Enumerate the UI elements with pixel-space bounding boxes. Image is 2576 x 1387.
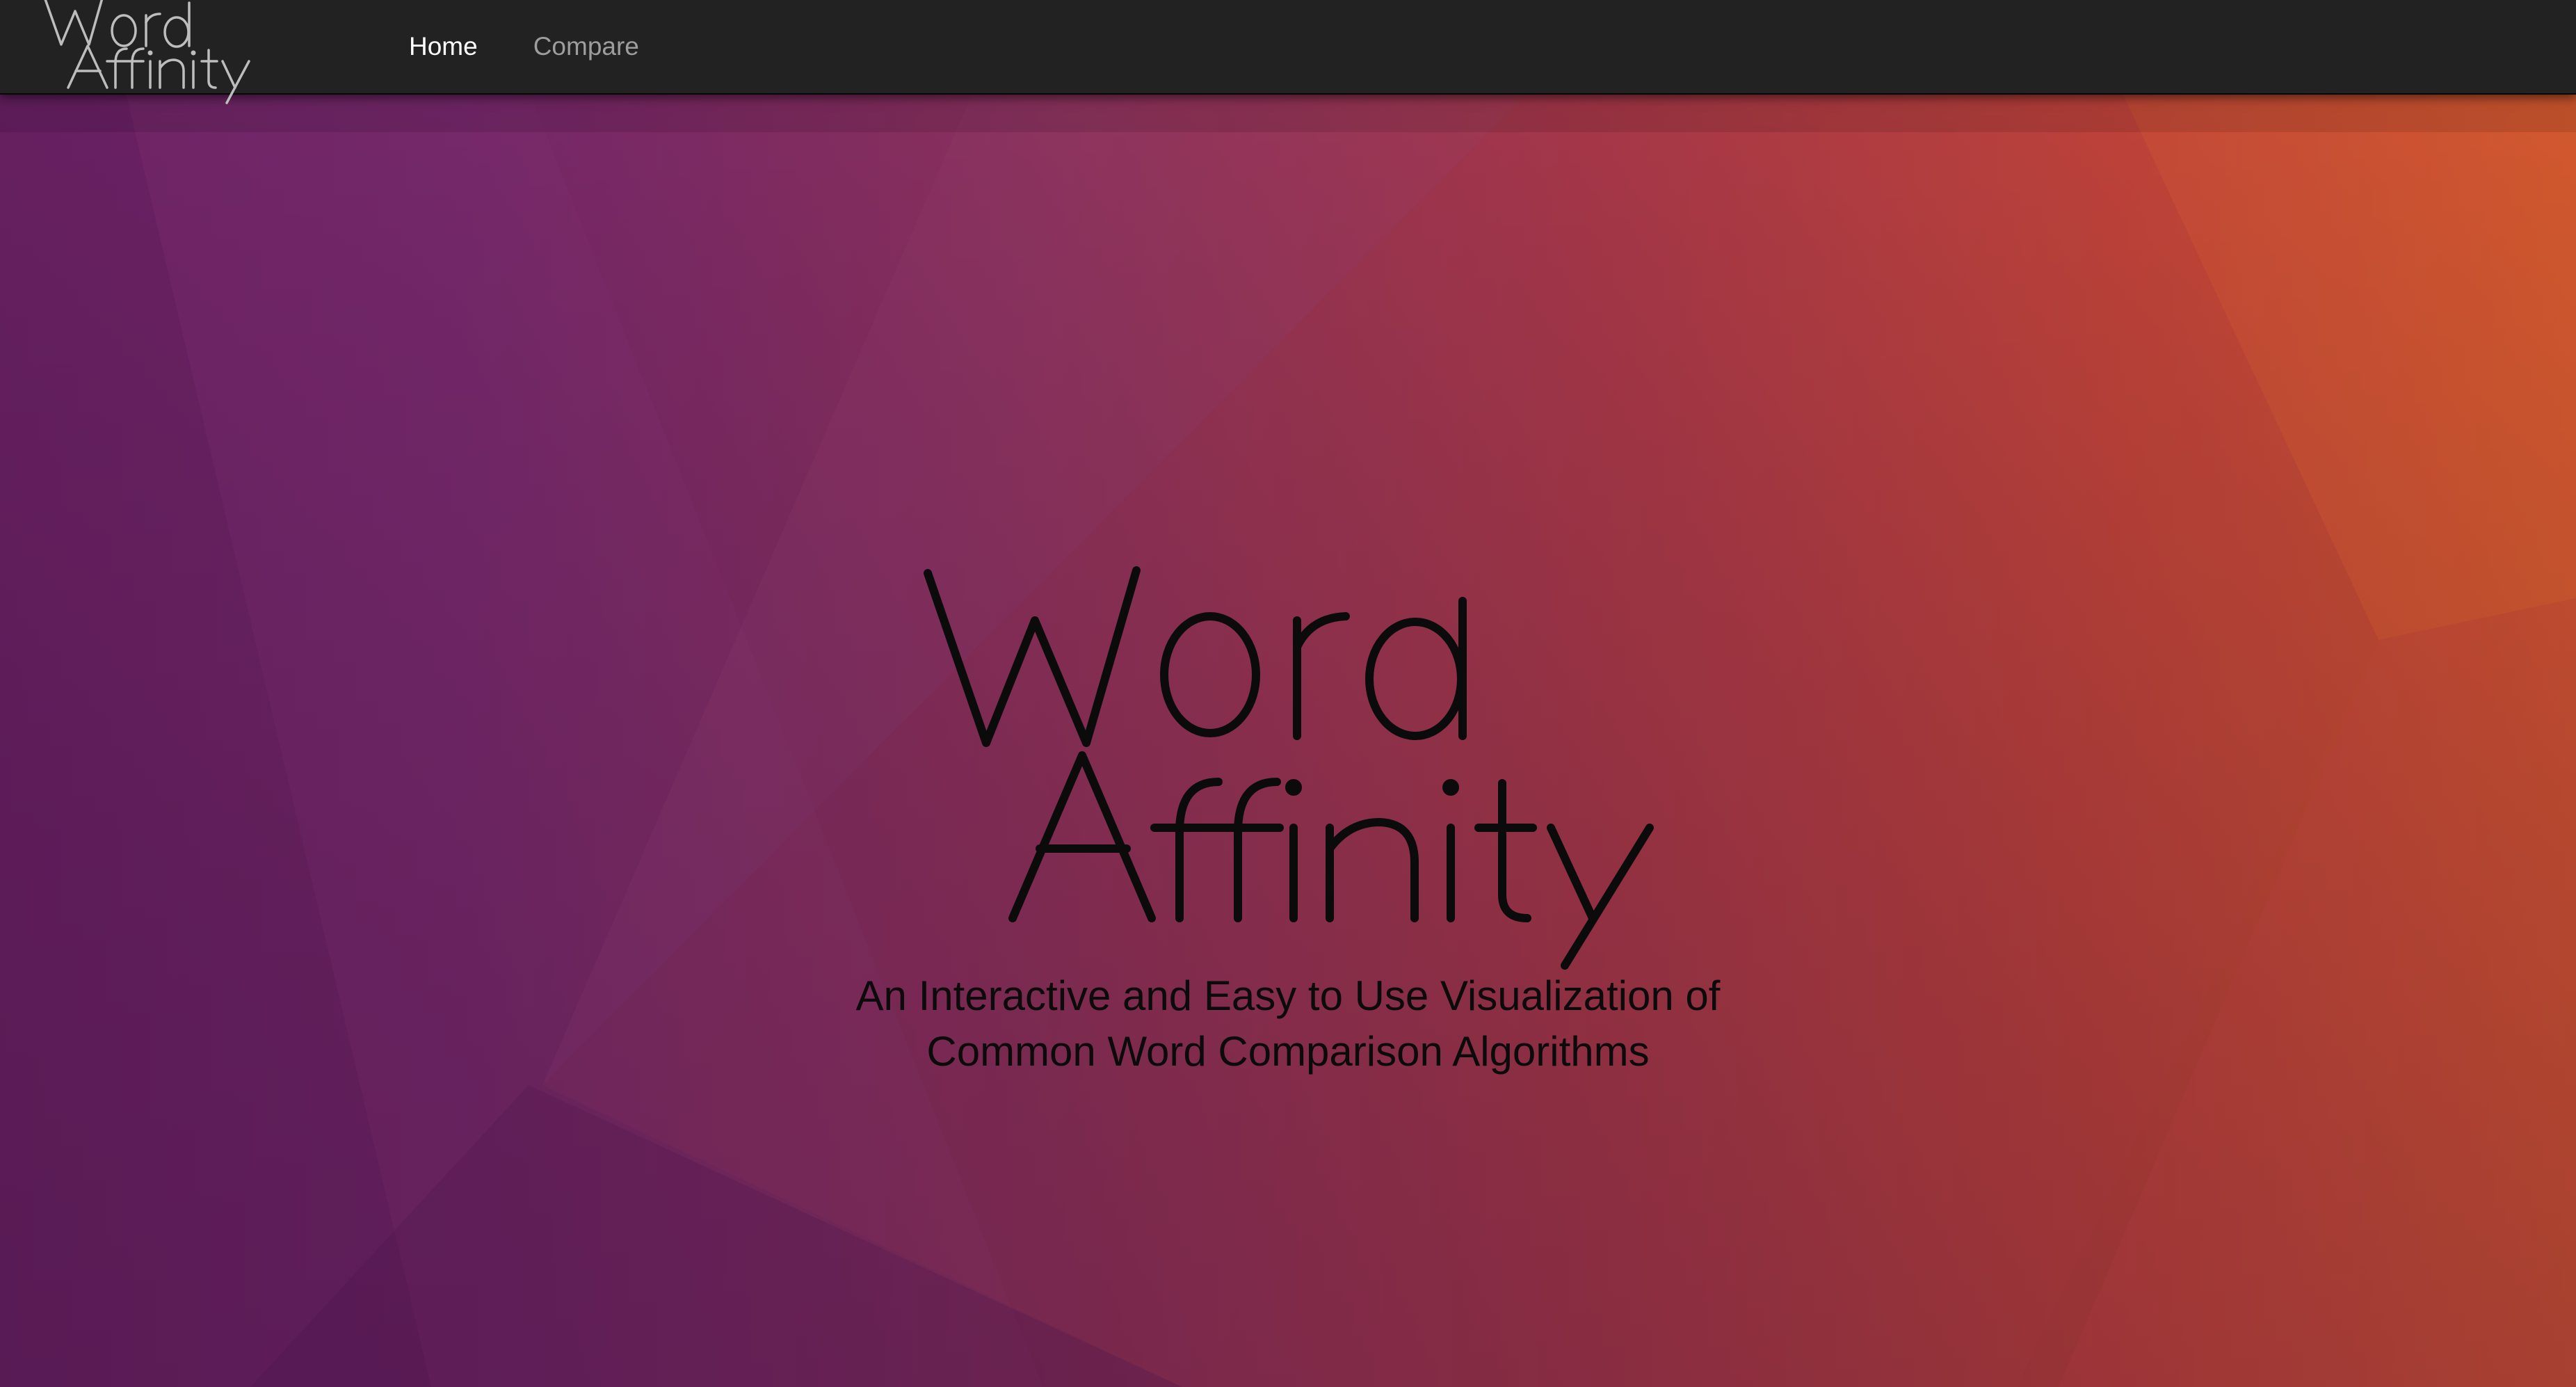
tagline-line-2: Common Word Comparison Algorithms — [926, 1028, 1650, 1075]
tagline-line-1: An Interactive and Easy to Use Visualiza… — [855, 972, 1721, 1019]
top-navbar: Home Compare — [0, 0, 2576, 104]
hero-background: An Interactive and Easy to Use Visualiza… — [0, 0, 2576, 1387]
word-affinity-small-logo — [44, 0, 250, 104]
nav-links: Home Compare — [381, 0, 667, 93]
nav-compare-link[interactable]: Compare — [506, 0, 667, 93]
nav-home-link[interactable]: Home — [381, 0, 506, 93]
hero-logo — [904, 543, 1683, 988]
hero-tagline: An Interactive and Easy to Use Visualiza… — [732, 968, 1844, 1080]
word-affinity-logo — [924, 566, 1654, 970]
brand-logo-link[interactable] — [33, 0, 256, 109]
